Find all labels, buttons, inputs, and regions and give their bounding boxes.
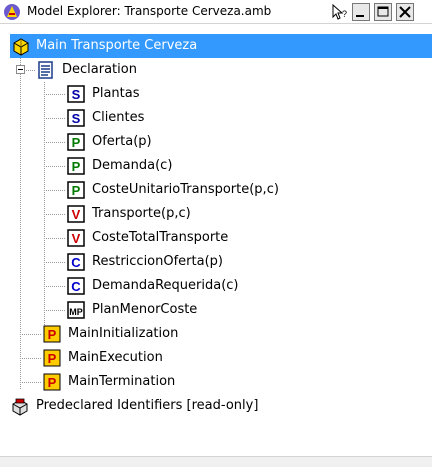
predeclared-library-icon [12,398,28,416]
svg-text:?: ? [342,9,347,19]
tree-node-procedure[interactable]: P MainExecution [0,346,432,370]
constraint-icon: C [67,253,85,271]
tree-node-label: Demanda(c) [92,158,173,173]
window-titlebar: Model Explorer: Transporte Cerveza.amb ? [0,0,432,24]
svg-text:MP: MP [69,307,83,317]
collapse-toggle[interactable] [16,65,25,74]
tree-node-set[interactable]: S Clientes [0,106,432,130]
variable-icon: V [67,205,85,223]
tree-node-label: Plantas [92,86,140,101]
svg-text:P: P [72,135,81,150]
tree-node-label: MainInitialization [68,326,179,341]
tree-node-parameter[interactable]: P Demanda(c) [0,154,432,178]
set-icon: S [67,85,85,103]
svg-text:V: V [72,207,81,222]
tree-node-label: Clientes [92,110,145,125]
close-button[interactable] [396,3,414,21]
model-tree[interactable]: Main Transporte Cerveza Declaration S Pl… [0,26,432,456]
tree-node-label: MainExecution [68,350,163,365]
variable-icon: V [67,229,85,247]
tree-node-parameter[interactable]: P CosteUnitarioTransporte(p,c) [0,178,432,202]
parameter-icon: P [67,157,85,175]
tree-node-label: CosteUnitarioTransporte(p,c) [92,182,279,197]
svg-text:P: P [48,351,57,366]
tree-node-parameter[interactable]: P Oferta(p) [0,130,432,154]
window-bottom-border [0,456,432,467]
parameter-icon: P [67,133,85,151]
tree-node-variable[interactable]: V CosteTotalTransporte [0,226,432,250]
tree-node-procedure[interactable]: P MainInitialization [0,322,432,346]
math-program-icon: MP [67,301,85,319]
tree-node-declaration[interactable]: Declaration [0,58,432,82]
tree-node-set[interactable]: S Plantas [0,82,432,106]
procedure-icon: P [43,349,61,367]
help-cursor-icon[interactable]: ? [330,3,348,21]
parameter-icon: P [67,181,85,199]
set-icon: S [67,109,85,127]
procedure-icon: P [43,325,61,343]
model-root-icon [13,38,29,56]
tree-node-label: CosteTotalTransporte [92,230,229,245]
svg-text:P: P [48,375,57,390]
svg-text:P: P [72,159,81,174]
tree-node-label: DemandaRequerida(c) [92,278,239,293]
minimize-button[interactable] [352,3,370,21]
svg-text:S: S [72,87,81,102]
svg-text:P: P [48,327,57,342]
tree-node-label: PlanMenorCoste [92,302,198,317]
aimms-app-icon [4,4,20,20]
svg-text:P: P [72,183,81,198]
declaration-icon [38,61,53,79]
tree-node-constraint[interactable]: C DemandaRequerida(c) [0,274,432,298]
svg-text:C: C [71,255,81,270]
tree-node-label: Transporte(p,c) [92,206,191,221]
tree-node-procedure[interactable]: P MainTermination [0,370,432,394]
tree-node-root[interactable]: Main Transporte Cerveza [10,34,432,58]
tree-node-label: RestriccionOferta(p) [92,254,223,269]
tree-node-math-program[interactable]: MP PlanMenorCoste [0,298,432,322]
tree-node-label: Declaration [62,62,137,77]
svg-text:C: C [71,279,81,294]
window-title: Model Explorer: Transporte Cerveza.amb [27,4,272,18]
procedure-icon: P [43,373,61,391]
tree-node-label: Main Transporte Cerveza [36,38,198,53]
tree-node-label: Predeclared Identifiers [read-only] [36,398,259,413]
tree-node-label: MainTermination [68,374,176,389]
svg-text:S: S [72,111,81,126]
svg-text:V: V [72,231,81,246]
tree-node-label: Oferta(p) [92,134,152,149]
maximize-button[interactable] [374,3,392,21]
constraint-icon: C [67,277,85,295]
tree-node-constraint[interactable]: C RestriccionOferta(p) [0,250,432,274]
tree-node-predeclared[interactable]: Predeclared Identifiers [read-only] [0,394,432,418]
tree-node-variable[interactable]: V Transporte(p,c) [0,202,432,226]
